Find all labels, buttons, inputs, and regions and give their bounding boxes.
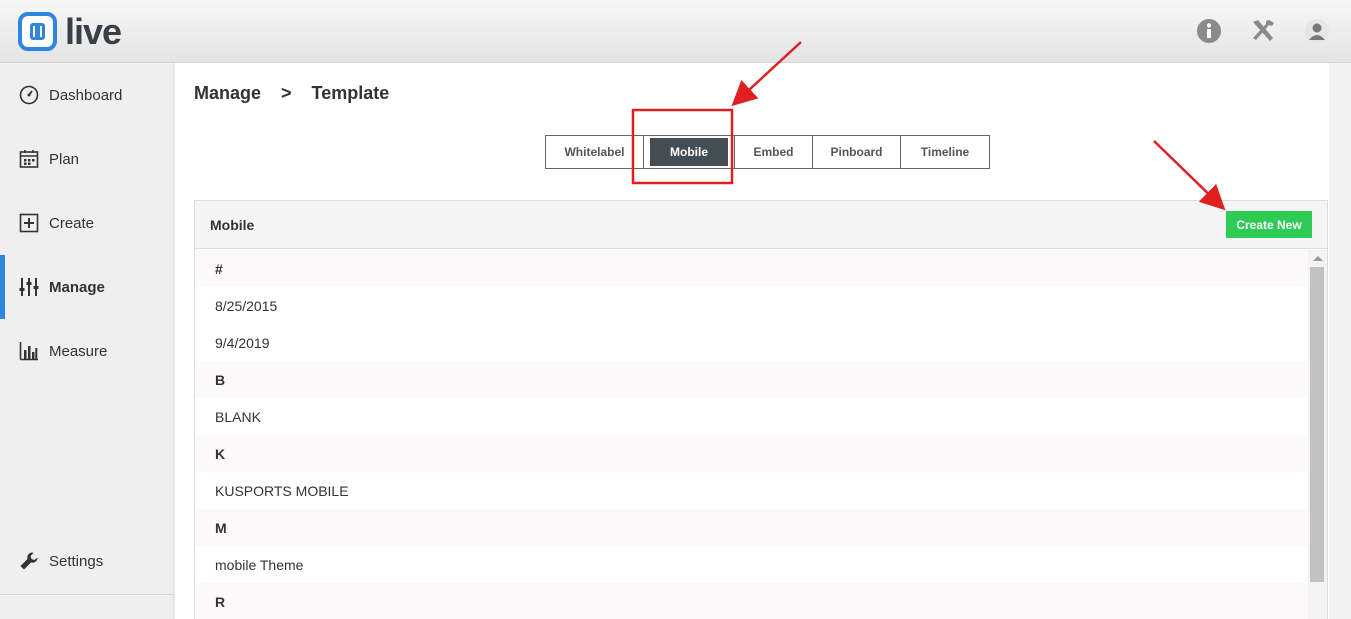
page-scrollbar[interactable] [1329,63,1351,619]
tab-embed[interactable]: Embed [735,136,813,168]
sidebar-item-label: Manage [49,278,105,296]
sidebar-item-label: Measure [49,342,108,360]
sidebar-item-dashboard[interactable]: Dashboard [0,63,174,127]
list-item[interactable]: KUSPORTS MOBILE [195,472,1308,509]
sidebar-item-create[interactable]: Create [0,191,174,255]
sidebar-item-plan[interactable]: Plan [0,127,174,191]
logo-text: live [65,10,122,52]
list-item[interactable]: mobile Theme [195,546,1308,583]
dashboard-icon [19,85,39,105]
sidebar-item-label: Create [49,214,95,232]
bar-chart-icon [19,341,39,361]
list-section-header: R [195,583,1308,619]
calendar-icon [19,149,39,169]
tab-mobile[interactable]: Mobile [650,138,728,166]
sidebar-item-manage[interactable]: Manage [0,255,174,319]
list-section-header: K [195,435,1308,472]
list-item[interactable]: 9/4/2019 [195,324,1308,361]
panel-header: Mobile Create New [195,201,1327,249]
scroll-up-icon[interactable] [1313,256,1323,261]
tab-timeline[interactable]: Timeline [901,136,989,168]
template-tabs: Whitelabel Mobile Embed Pinboard Timelin… [545,135,990,169]
breadcrumb-manage[interactable]: Manage [194,83,261,104]
tools-icon[interactable] [1249,17,1277,45]
breadcrumb: Manage > Template [194,83,389,104]
template-list: #8/25/2015 9/4/2019 B BLANK K KUSPORTS MOBILE… [195,250,1308,619]
sidebar-item-measure[interactable]: Measure [0,319,174,383]
list-section-header: M [195,509,1308,546]
breadcrumb-template: Template [311,83,390,103]
list-scrollbar[interactable] [1308,250,1327,619]
sidebar: Dashboard Plan Create Manage Measure Set… [0,63,174,619]
user-icon[interactable] [1303,17,1331,45]
sidebar-item-label: Dashboard [49,86,123,104]
sidebar-item-label: Plan [49,150,80,168]
logo[interactable]: live [18,10,122,52]
plus-box-icon [19,213,39,233]
tab-whitelabel[interactable]: Whitelabel [546,136,644,168]
list-section-header: B [195,361,1308,398]
sliders-icon [19,277,39,297]
panel-title: Mobile [210,217,255,233]
sidebar-divider [0,594,174,595]
scroll-thumb[interactable] [1310,267,1324,582]
template-panel: Mobile Create New #8/25/2015 9/4/2019 B BLA… [194,200,1328,619]
list-item[interactable]: BLANK [195,398,1308,435]
tab-mobile-wrapper: Mobile [644,136,735,168]
list-item[interactable]: 8/25/2015 [195,287,1308,324]
create-new-button[interactable]: Create New [1226,211,1312,238]
sidebar-item-settings[interactable]: Settings [0,529,174,593]
breadcrumb-separator: > [281,83,292,103]
wrench-icon [19,551,39,571]
info-icon[interactable] [1195,17,1223,45]
logo-icon [18,12,57,51]
main-content: Manage > Template Whitelabel Mobile Embe… [175,63,1329,619]
list-section-header: # [195,250,1308,287]
tab-pinboard[interactable]: Pinboard [813,136,901,168]
sidebar-item-label: Settings [49,552,104,570]
top-bar: live [0,0,1351,63]
